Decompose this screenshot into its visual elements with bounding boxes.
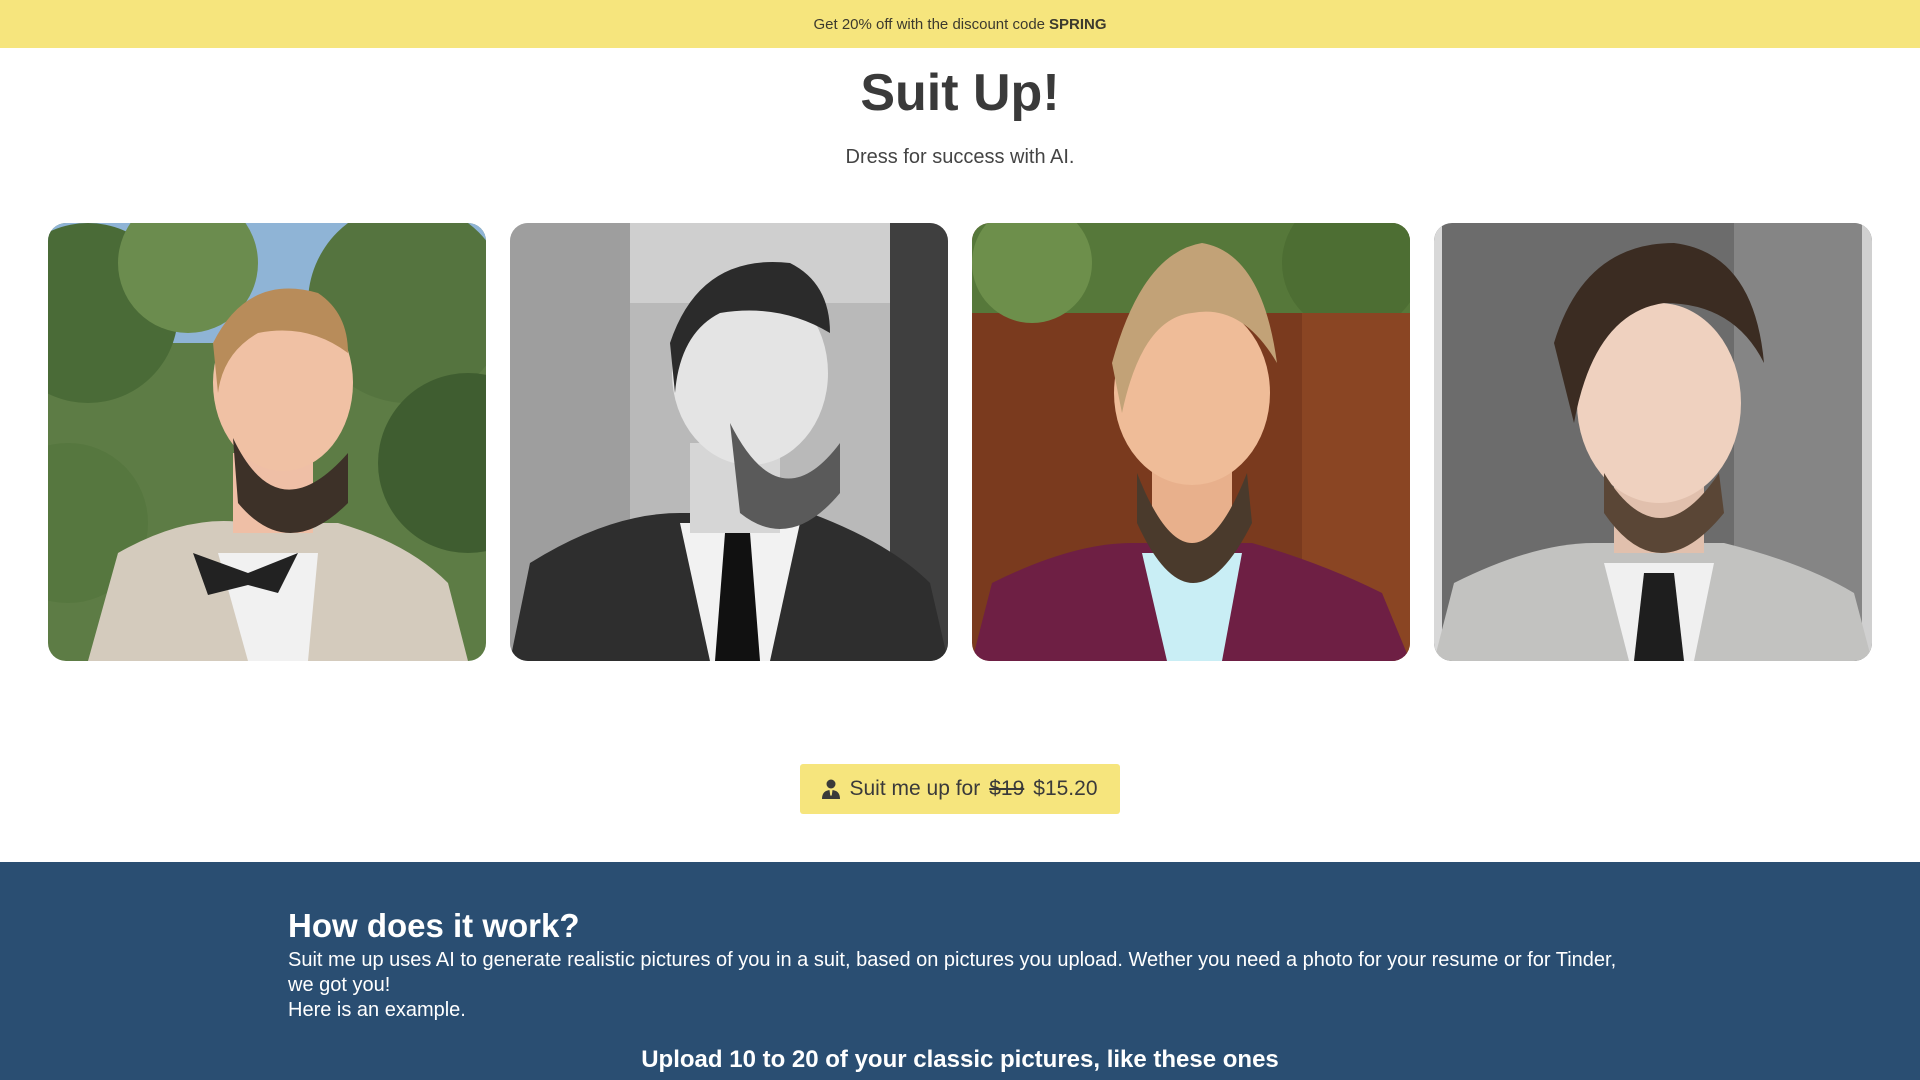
cta-wrap: Suit me up for $19 $15.20 [0, 764, 1920, 814]
promo-code: SPRING [1049, 15, 1107, 33]
gallery-photo-1 [48, 223, 486, 661]
gallery-photo-3 [972, 223, 1410, 661]
person-suit-icon [822, 779, 841, 799]
promo-banner: Get 20% off with the discount code SPRIN… [0, 0, 1920, 48]
gallery-photo-2 [510, 223, 948, 661]
how-title: How does it work? [288, 907, 580, 944]
cta-new-price: $15.20 [1033, 777, 1098, 800]
hero: Suit Up! Dress for success with AI. [0, 48, 1920, 169]
promo-text: Get 20% off with the discount code [813, 15, 1046, 33]
cta-old-price: $19 [989, 777, 1025, 800]
upload-heading: Upload 10 to 20 of your classic pictures… [641, 1046, 1279, 1073]
suit-me-up-button[interactable]: Suit me up for $19 $15.20 [800, 764, 1120, 814]
gallery-photo-4 [1434, 223, 1872, 661]
how-it-works-section: How does it work? Suit me up uses AI to … [0, 862, 1920, 1080]
how-description: Suit me up uses AI to generate realistic… [288, 949, 1617, 997]
how-example-text: Here is an example. [288, 999, 466, 1022]
page-title: Suit Up! [860, 64, 1060, 122]
photo-gallery [48, 223, 1872, 661]
cta-label: Suit me up for [849, 777, 981, 800]
page-subtitle: Dress for success with AI. [845, 146, 1075, 169]
